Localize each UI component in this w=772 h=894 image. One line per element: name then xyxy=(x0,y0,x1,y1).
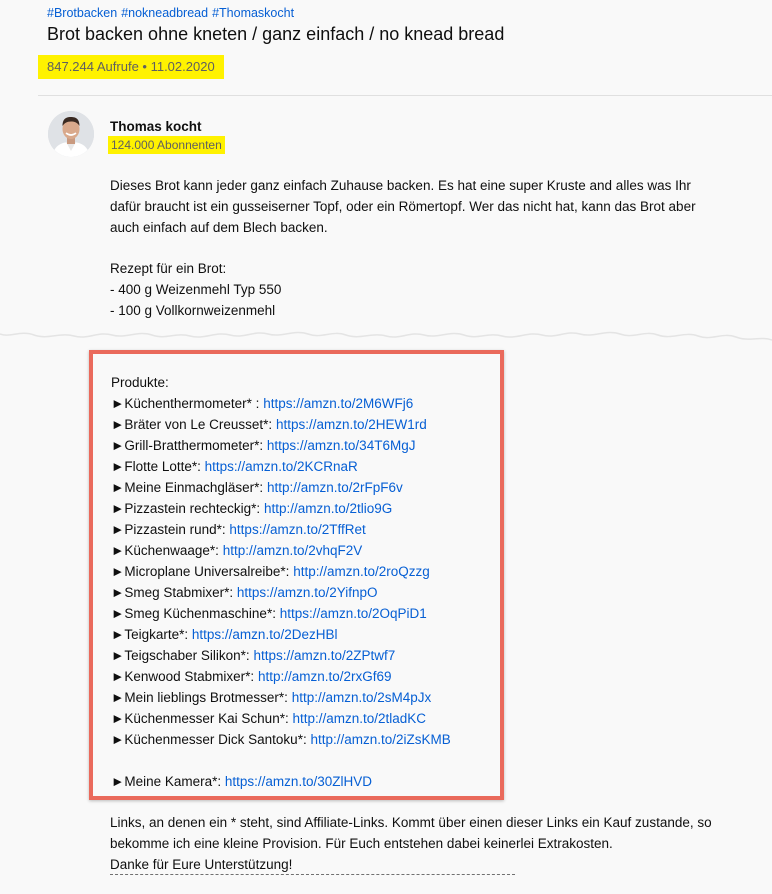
product-item: ►Kenwood Stabmixer*: http://amzn.to/2rxG… xyxy=(111,666,451,687)
product-link[interactable]: https://amzn.to/30ZlHVD xyxy=(225,774,372,789)
product-item: ►Teigkarte*: https://amzn.to/2DezHBl xyxy=(111,624,451,645)
product-item: ►Pizzastein rund*: https://amzn.to/2TffR… xyxy=(111,519,451,540)
product-link[interactable]: https://amzn.to/2OqPiD1 xyxy=(280,606,427,621)
product-item: ►Grill-Bratthermometer*: https://amzn.to… xyxy=(111,435,451,456)
hashtag-link[interactable]: #nokneadbread xyxy=(121,6,208,20)
avatar-portrait-icon xyxy=(48,111,94,157)
product-item-camera: ►Meine Kamera*: https://amzn.to/30ZlHVD xyxy=(111,771,451,792)
product-label: ►Microplane Universalreibe*: xyxy=(111,564,294,579)
product-item: ►Mein lieblings Brotmesser*: http://amzn… xyxy=(111,687,451,708)
hashtag-link[interactable]: #Brotbacken xyxy=(47,6,117,20)
product-label: ►Smeg Stabmixer*: xyxy=(111,585,237,600)
recipe-section: Rezept für ein Brot: - 400 g Weizenmehl … xyxy=(110,258,720,321)
hashtag-list: #Brotbacken #nokneadbread #Thomaskocht xyxy=(47,6,298,20)
product-link[interactable]: https://amzn.to/2TffRet xyxy=(229,522,365,537)
products-list: Produkte: ►Küchenthermometer* : https://… xyxy=(111,372,451,792)
subscriber-count: 124.000 Abonnenten xyxy=(108,136,225,154)
product-link[interactable]: https://amzn.to/2HEW1rd xyxy=(276,417,427,432)
product-label: ►Smeg Küchenmaschine*: xyxy=(111,606,280,621)
product-link[interactable]: http://amzn.to/2vhqF2V xyxy=(223,543,363,558)
product-item: ►Smeg Küchenmaschine*: https://amzn.to/2… xyxy=(111,603,451,624)
product-link[interactable]: http://amzn.to/2tlio9G xyxy=(264,501,392,516)
description-intro: Dieses Brot kann jeder ganz einfach Zuha… xyxy=(110,175,720,238)
product-link[interactable]: http://amzn.to/2rxGf69 xyxy=(258,669,392,684)
product-item: ►Flotte Lotte*: https://amzn.to/2KCRnaR xyxy=(111,456,451,477)
description-text: Dieses Brot kann jeder ganz einfach Zuha… xyxy=(110,178,696,235)
product-link[interactable]: https://amzn.to/2YifnpO xyxy=(237,585,378,600)
product-link[interactable]: http://amzn.to/2iZsKMB xyxy=(310,732,450,747)
product-label: ►Mein lieblings Brotmesser*: xyxy=(111,690,292,705)
channel-avatar[interactable] xyxy=(48,111,94,157)
channel-name[interactable]: Thomas kocht xyxy=(110,119,202,134)
hashtag-link[interactable]: #Thomaskocht xyxy=(212,6,294,20)
view-count-date: 847.244 Aufrufe • 11.02.2020 xyxy=(38,55,224,79)
product-link[interactable]: https://amzn.to/2ZPtwf7 xyxy=(253,648,395,663)
product-label: ►Pizzastein rund*: xyxy=(111,522,230,537)
product-label: ►Küchenthermometer* : xyxy=(111,396,264,411)
product-label: ►Teigkarte*: xyxy=(111,627,192,642)
product-link[interactable]: https://amzn.to/2M6WFj6 xyxy=(263,396,413,411)
product-label: ►Pizzastein rechteckig*: xyxy=(111,501,264,516)
recipe-item: - 400 g Weizenmehl Typ 550 xyxy=(110,282,282,297)
product-label: ►Küchenmesser Kai Schun*: xyxy=(111,711,293,726)
product-label: ►Küchenmesser Dick Santoku*: xyxy=(111,732,311,747)
dashed-separator xyxy=(110,874,515,875)
divider xyxy=(38,95,772,96)
recipe-heading: Rezept für ein Brot: xyxy=(110,261,227,276)
product-link[interactable]: https://amzn.to/34T6MgJ xyxy=(267,438,416,453)
product-item: ►Meine Einmachgläser*: http://amzn.to/2r… xyxy=(111,477,451,498)
product-label: ►Flotte Lotte*: xyxy=(111,459,205,474)
product-link[interactable]: http://amzn.to/2roQzzg xyxy=(293,564,430,579)
product-item: ►Bräter von Le Creusset*: https://amzn.t… xyxy=(111,414,451,435)
thanks-text: Danke für Eure Unterstützung! xyxy=(110,857,293,872)
product-item: ►Pizzastein rechteckig*: http://amzn.to/… xyxy=(111,498,451,519)
product-label: ►Meine Kamera*: xyxy=(111,774,225,789)
product-item: ►Teigschaber Silikon*: https://amzn.to/2… xyxy=(111,645,451,666)
affiliate-notice: Links, an denen ein * steht, sind Affili… xyxy=(110,812,750,875)
video-title: Brot backen ohne kneten / ganz einfach /… xyxy=(47,24,505,44)
product-item: ►Küchenmesser Kai Schun*: http://amzn.to… xyxy=(111,708,451,729)
product-label: ►Teigschaber Silikon*: xyxy=(111,648,254,663)
product-label: ►Bräter von Le Creusset*: xyxy=(111,417,276,432)
product-link[interactable]: http://amzn.to/2sM4pJx xyxy=(292,690,432,705)
product-item: ►Smeg Stabmixer*: https://amzn.to/2Yifnp… xyxy=(111,582,451,603)
product-label: ►Küchenwaage*: xyxy=(111,543,223,558)
product-link[interactable]: https://amzn.to/2DezHBl xyxy=(192,627,338,642)
product-label: ►Kenwood Stabmixer*: xyxy=(111,669,258,684)
product-item: ►Küchenthermometer* : https://amzn.to/2M… xyxy=(111,393,451,414)
affiliate-text: Links, an denen ein * steht, sind Affili… xyxy=(110,815,712,851)
products-highlight-box: Produkte: ►Küchenthermometer* : https://… xyxy=(89,350,504,800)
product-link[interactable]: https://amzn.to/2KCRnaR xyxy=(205,459,358,474)
products-heading: Produkte: xyxy=(111,375,169,390)
torn-edge-divider xyxy=(0,318,772,341)
product-item: ►Küchenwaage*: http://amzn.to/2vhqF2V xyxy=(111,540,451,561)
product-link[interactable]: http://amzn.to/2rFpF6v xyxy=(267,480,403,495)
product-label: ►Grill-Bratthermometer*: xyxy=(111,438,267,453)
product-link[interactable]: http://amzn.to/2tladKC xyxy=(292,711,426,726)
product-label: ►Meine Einmachgläser*: xyxy=(111,480,267,495)
product-item: ►Küchenmesser Dick Santoku*: http://amzn… xyxy=(111,729,451,750)
product-item: ►Microplane Universalreibe*: http://amzn… xyxy=(111,561,451,582)
